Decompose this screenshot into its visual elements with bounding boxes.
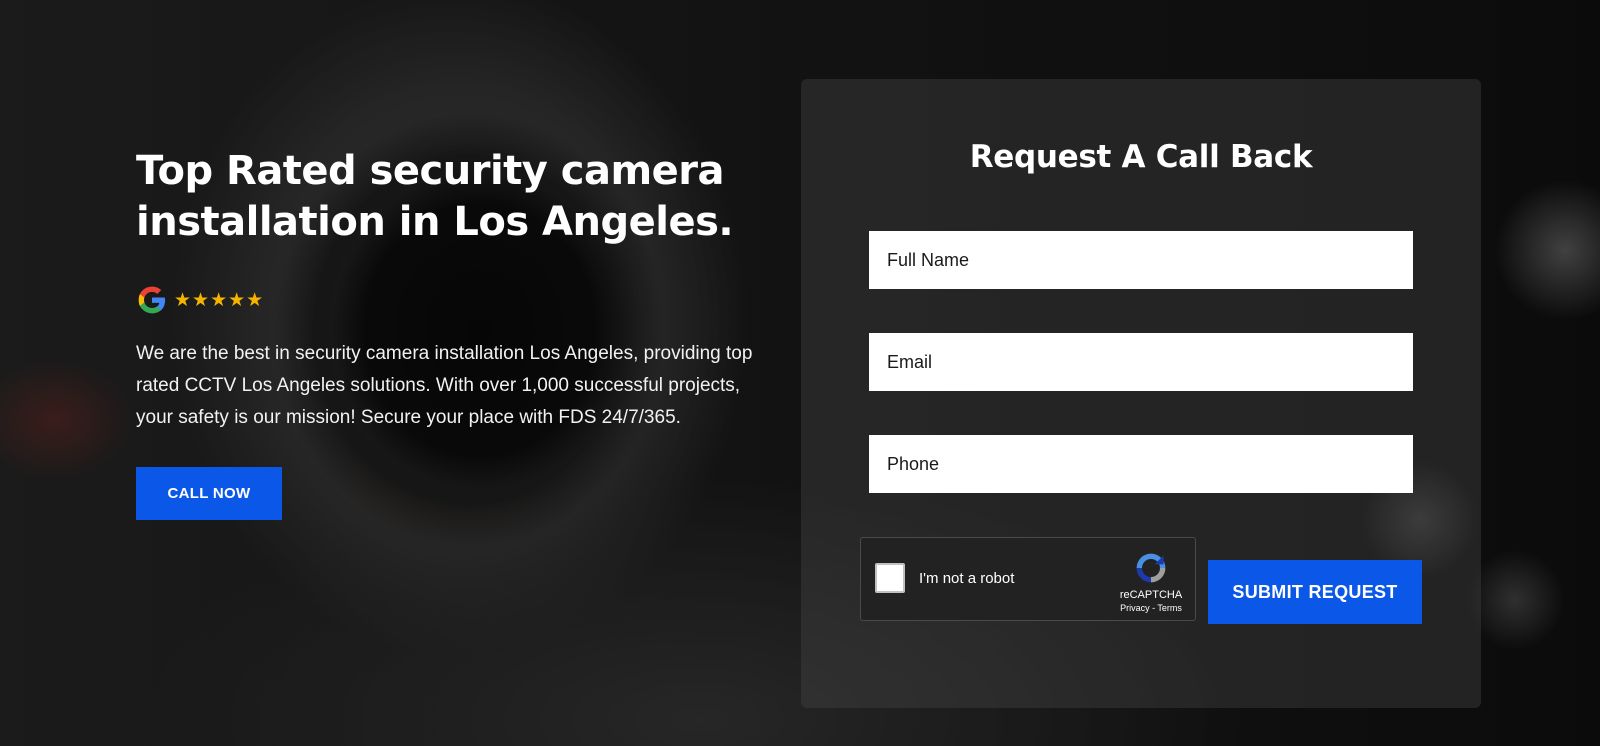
recaptcha-label: I'm not a robot bbox=[919, 570, 1015, 587]
hero-description: We are the best in security camera insta… bbox=[136, 343, 753, 428]
hero-content: Top Rated security camera installation i… bbox=[136, 146, 776, 520]
recaptcha-widget: I'm not a robot reCAPTCHA Privacy - Term… bbox=[860, 537, 1196, 621]
recaptcha-privacy-terms-links[interactable]: Privacy - Terms bbox=[1111, 603, 1191, 613]
five-star-rating: ★★★★★ bbox=[174, 289, 265, 311]
email-input[interactable] bbox=[869, 333, 1413, 391]
full-name-input[interactable] bbox=[869, 231, 1413, 289]
callback-form-panel: Request A Call Back I'm not a robot reCA… bbox=[801, 79, 1481, 708]
hero-title: Top Rated security camera installation i… bbox=[136, 148, 734, 245]
recaptcha-checkbox[interactable] bbox=[875, 563, 905, 593]
submit-request-button[interactable]: SUBMIT REQUEST bbox=[1208, 560, 1422, 624]
form-title: Request A Call Back bbox=[969, 139, 1313, 175]
recaptcha-brand: reCAPTCHA bbox=[1119, 589, 1183, 601]
phone-input[interactable] bbox=[869, 435, 1413, 493]
recaptcha-logo-icon bbox=[1136, 553, 1166, 583]
google-rating: ★★★★★ bbox=[136, 284, 776, 316]
call-now-button[interactable]: CALL NOW bbox=[136, 467, 282, 520]
google-g-icon bbox=[138, 286, 166, 314]
